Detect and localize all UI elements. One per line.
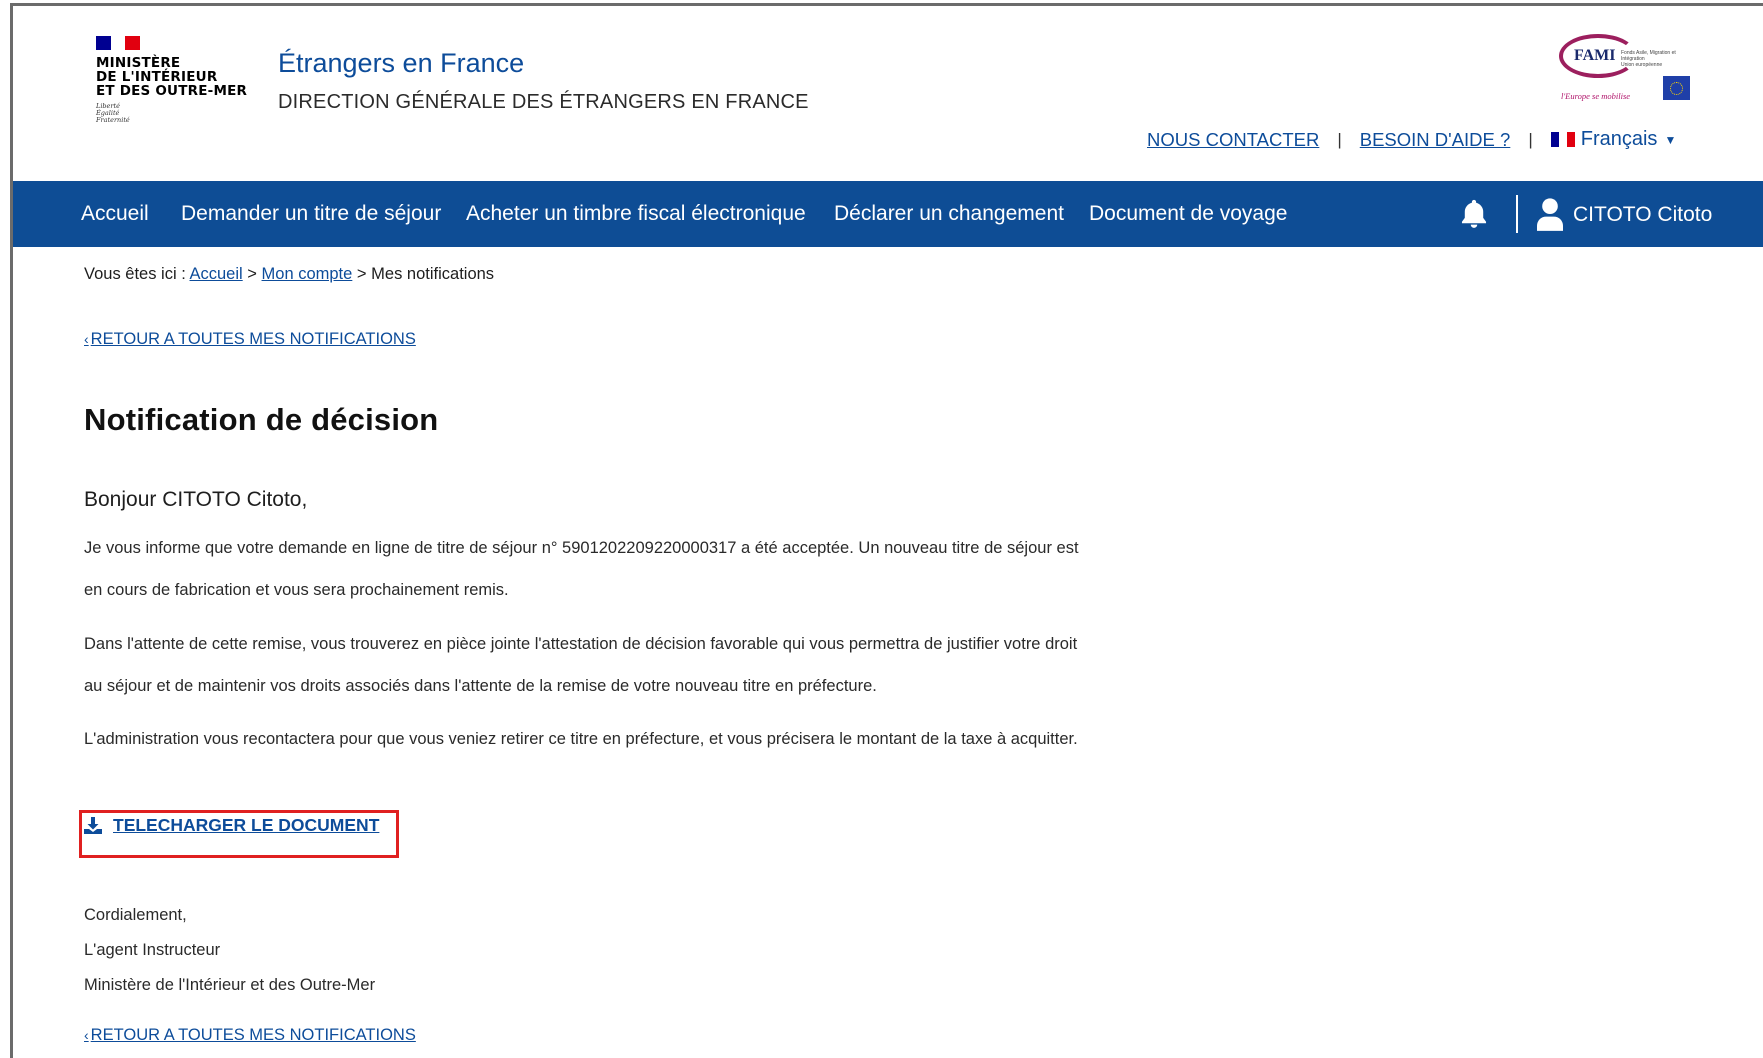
caret-down-icon: ▼ bbox=[1664, 132, 1677, 147]
greeting: Bonjour CITOTO Citoto, bbox=[84, 488, 308, 511]
fami-name: FAMI bbox=[1574, 47, 1616, 64]
french-flag-icon bbox=[1550, 132, 1575, 147]
fami-logo: FAMI Fonds Asile, Migration et Intégrati… bbox=[1555, 34, 1690, 106]
contact-link[interactable]: NOUS CONTACTER bbox=[1147, 129, 1319, 151]
breadcrumb-separator: > bbox=[247, 265, 257, 283]
fami-fund-text: Fonds Asile, Migration et Intégration bbox=[1621, 50, 1676, 62]
help-link[interactable]: BESOIN D'AIDE ? bbox=[1360, 129, 1511, 151]
link-separator: | bbox=[1337, 129, 1342, 149]
message-paragraph: Dans l'attente de cette remise, vous tro… bbox=[84, 635, 1078, 695]
chevron-left-icon: ‹ bbox=[84, 331, 89, 347]
marianne-flag-icon bbox=[96, 36, 141, 50]
nav-item-declarer-changement[interactable]: Déclarer un changement bbox=[834, 181, 1064, 247]
back-to-notifications-link-top[interactable]: ‹ RETOUR A TOUTES MES NOTIFICATIONS bbox=[84, 330, 416, 349]
chevron-left-icon: ‹ bbox=[84, 1027, 89, 1043]
eu-flag-icon bbox=[1663, 76, 1690, 100]
signature-agent: L'agent Instructeur bbox=[84, 941, 221, 959]
nav-divider bbox=[1516, 195, 1518, 233]
breadcrumb-current: Mes notifications bbox=[371, 265, 495, 283]
breadcrumb-account[interactable]: Mon compte bbox=[262, 265, 353, 283]
download-document-link[interactable]: TELECHARGER LE DOCUMENT bbox=[84, 815, 379, 836]
signature-ministry: Ministère de l'Intérieur et des Outre-Me… bbox=[84, 976, 376, 994]
logo-line-1: MINISTÈRE bbox=[96, 55, 181, 71]
logo-motto: Liberté Égalité Fraternité bbox=[96, 103, 266, 124]
fami-small-text: Fonds Asile, Migration et Intégration Un… bbox=[1621, 50, 1687, 68]
page-title: Notification de décision bbox=[84, 402, 439, 437]
nav-item-accueil[interactable]: Accueil bbox=[81, 181, 149, 247]
breadcrumb-home[interactable]: Accueil bbox=[190, 265, 243, 283]
motto-liberte: Liberté bbox=[96, 102, 120, 110]
nav-item-demander-titre[interactable]: Demander un titre de séjour bbox=[181, 181, 441, 247]
link-separator: | bbox=[1528, 129, 1533, 149]
message-paragraph: Je vous informe que votre demande en lig… bbox=[84, 539, 1079, 599]
logo-line-2: DE L'INTÉRIEUR bbox=[96, 69, 218, 85]
logo-line-3: ET DES OUTRE-MER bbox=[96, 83, 248, 99]
motto-fraternite: Fraternité bbox=[96, 116, 130, 124]
site-subtitle: DIRECTION GÉNÉRALE DES ÉTRANGERS EN FRAN… bbox=[278, 91, 809, 113]
back-link-label: RETOUR A TOUTES MES NOTIFICATIONS bbox=[90, 1026, 416, 1044]
fami-eu-text: Union européenne bbox=[1621, 62, 1663, 68]
breadcrumb-prefix: Vous êtes ici : bbox=[84, 265, 186, 283]
breadcrumb-separator: > bbox=[356, 265, 367, 283]
message-paragraph: L'administration vous recontactera pour … bbox=[84, 730, 1078, 748]
back-to-notifications-link-bottom[interactable]: ‹ RETOUR A TOUTES MES NOTIFICATIONS bbox=[84, 1026, 416, 1045]
user-icon[interactable] bbox=[1537, 197, 1563, 231]
site-title[interactable]: Étrangers en France bbox=[278, 48, 524, 79]
main-nav: Accueil Demander un titre de séjour Ache… bbox=[13, 181, 1763, 247]
breadcrumb: Vous êtes ici : Accueil > Mon compte > M… bbox=[84, 265, 494, 284]
language-label: Français bbox=[1580, 128, 1658, 150]
download-label: TELECHARGER LE DOCUMENT bbox=[113, 815, 380, 835]
nav-item-document-voyage[interactable]: Document de voyage bbox=[1089, 181, 1287, 247]
signature-closing: Cordialement, bbox=[84, 906, 187, 924]
back-link-label: RETOUR A TOUTES MES NOTIFICATIONS bbox=[90, 330, 416, 348]
fami-tagline: l'Europe se mobilise bbox=[1561, 91, 1631, 101]
language-selector[interactable]: Français ▼ bbox=[1550, 128, 1677, 151]
header-links: NOUS CONTACTER | BESOIN D'AIDE ? | Franç… bbox=[1147, 128, 1676, 151]
ministry-logo[interactable]: MINISTÈRE DE L'INTÉRIEUR ET DES OUTRE-ME… bbox=[96, 36, 266, 124]
user-menu[interactable]: CITOTO Citoto bbox=[1573, 181, 1712, 247]
download-icon bbox=[84, 817, 102, 834]
bell-icon[interactable] bbox=[1457, 197, 1491, 231]
nav-item-timbre-fiscal[interactable]: Acheter un timbre fiscal électronique bbox=[466, 181, 806, 247]
